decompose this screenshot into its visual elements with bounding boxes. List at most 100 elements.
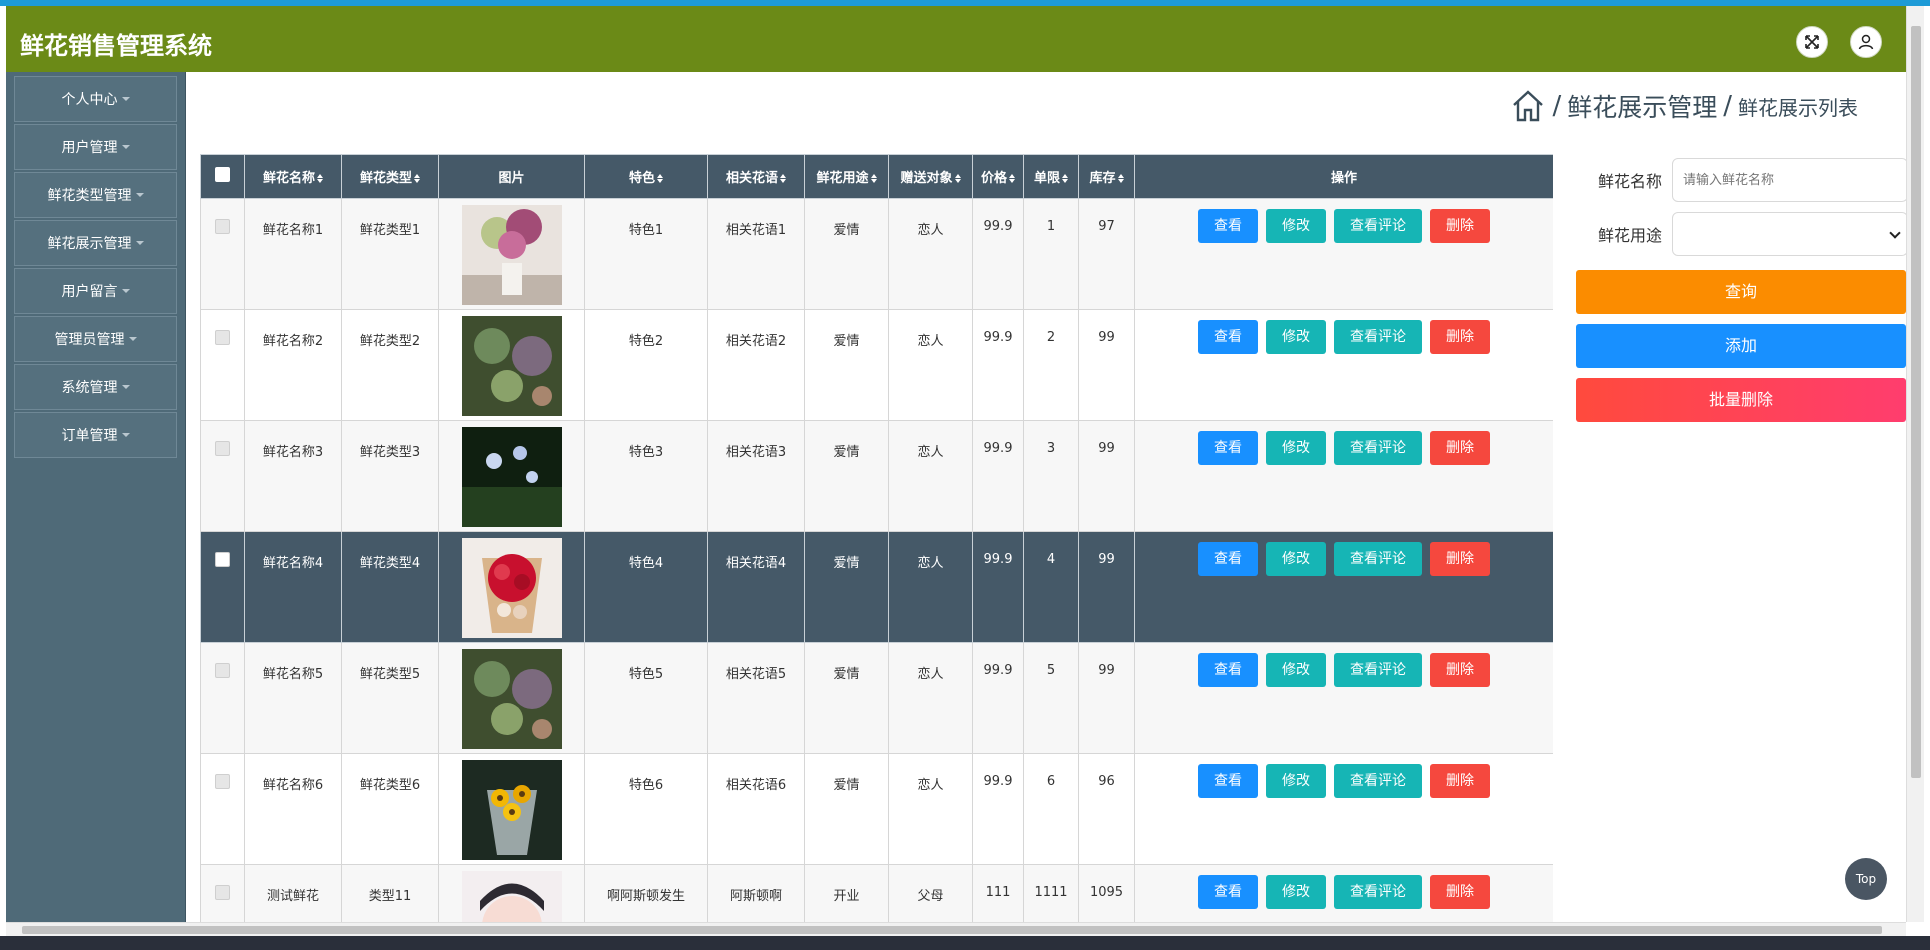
cell-language: 相关花语6 <box>707 753 805 865</box>
cell-language: 相关花语5 <box>707 642 805 754</box>
flower-usage-label: 鲜花用途 <box>1598 226 1663 245</box>
view-comments-button[interactable]: 查看评论 <box>1334 431 1422 465</box>
sidebar-item-label: 鲜花类型管理 <box>47 188 132 204</box>
sidebar-item-label: 个人中心 <box>61 92 118 108</box>
cell-usage: 爱情 <box>804 753 889 865</box>
delete-button[interactable]: 删除 <box>1430 431 1490 465</box>
view-button[interactable]: 查看 <box>1198 209 1258 243</box>
cell-name: 鲜花名称3 <box>244 420 342 532</box>
add-button[interactable]: 添加 <box>1576 324 1906 368</box>
cell-name: 鲜花名称6 <box>244 753 342 865</box>
view-comments-button[interactable]: 查看评论 <box>1334 875 1422 909</box>
column-header-language[interactable]: 相关花语 <box>707 154 805 199</box>
flower-usage-select[interactable] <box>1672 212 1908 256</box>
view-comments-button[interactable]: 查看评论 <box>1334 764 1422 798</box>
cell-stock: 96 <box>1078 753 1135 865</box>
delete-button[interactable]: 删除 <box>1430 542 1490 576</box>
cell-limit: 1111 <box>1023 864 1079 922</box>
sort-icon <box>1117 174 1124 183</box>
search-usage-row: 鲜花用途 <box>1576 208 1908 262</box>
delete-button[interactable]: 删除 <box>1430 320 1490 354</box>
cell-limit: 1 <box>1023 198 1079 310</box>
delete-button[interactable]: 删除 <box>1430 764 1490 798</box>
sidebar-item-personal-center[interactable]: 个人中心 <box>14 76 177 122</box>
view-button[interactable]: 查看 <box>1198 764 1258 798</box>
cell-usage: 爱情 <box>804 309 889 421</box>
flower-table: 鲜花名称 鲜花类型 图片 特色 相关花语 鲜花用途 赠送对象 价格 单限 库存 … <box>200 154 1553 922</box>
row-checkbox[interactable] <box>215 774 230 789</box>
flower-name-input[interactable] <box>1672 158 1908 202</box>
row-checkbox[interactable] <box>215 441 230 456</box>
edit-button[interactable]: 修改 <box>1266 542 1326 576</box>
sidebar-item-admin-management[interactable]: 管理员管理 <box>14 316 177 362</box>
cell-actions: 查看 修改 查看评论 删除 <box>1134 531 1553 643</box>
column-header-name[interactable]: 鲜花名称 <box>244 154 342 199</box>
horizontal-scrollbar[interactable] <box>6 922 1906 936</box>
user-profile-button[interactable] <box>1850 26 1882 58</box>
row-checkbox[interactable] <box>215 219 230 234</box>
view-button[interactable]: 查看 <box>1198 542 1258 576</box>
fullscreen-button[interactable] <box>1796 26 1828 58</box>
column-header-type[interactable]: 鲜花类型 <box>341 154 439 199</box>
cell-language: 相关花语2 <box>707 309 805 421</box>
horizontal-scroll-thumb[interactable] <box>22 926 1882 934</box>
sidebar-item-flower-display-management[interactable]: 鲜花展示管理 <box>14 220 177 266</box>
view-button[interactable]: 查看 <box>1198 653 1258 687</box>
delete-button[interactable]: 删除 <box>1430 653 1490 687</box>
column-header-limit[interactable]: 单限 <box>1023 154 1079 199</box>
view-button[interactable]: 查看 <box>1198 875 1258 909</box>
column-header-stock[interactable]: 库存 <box>1078 154 1135 199</box>
breadcrumb-section[interactable]: 鲜花展示管理 <box>1567 88 1717 124</box>
column-header-target[interactable]: 赠送对象 <box>888 154 973 199</box>
cell-feature: 特色5 <box>584 642 708 754</box>
cell-target: 恋人 <box>888 642 973 754</box>
row-checkbox[interactable] <box>215 663 230 678</box>
vertical-scroll-thumb[interactable] <box>1911 26 1921 778</box>
column-header-image: 图片 <box>438 154 585 199</box>
cell-target: 恋人 <box>888 531 973 643</box>
row-checkbox[interactable] <box>215 552 230 567</box>
sort-icon <box>870 174 877 183</box>
query-button[interactable]: 查询 <box>1576 270 1906 314</box>
cell-language: 相关花语3 <box>707 420 805 532</box>
cell-type: 鲜花类型3 <box>341 420 439 532</box>
vertical-scrollbar[interactable] <box>1906 6 1924 922</box>
cell-feature: 特色4 <box>584 531 708 643</box>
caret-down-icon <box>135 241 144 245</box>
sidebar-item-order-management[interactable]: 订单管理 <box>14 412 177 458</box>
edit-button[interactable]: 修改 <box>1266 209 1326 243</box>
view-button[interactable]: 查看 <box>1198 320 1258 354</box>
view-comments-button[interactable]: 查看评论 <box>1334 653 1422 687</box>
batch-delete-button[interactable]: 批量删除 <box>1576 378 1906 422</box>
edit-button[interactable]: 修改 <box>1266 320 1326 354</box>
sidebar-item-system-management[interactable]: 系统管理 <box>14 364 177 410</box>
home-icon[interactable] <box>1510 88 1546 124</box>
cell-name: 鲜花名称4 <box>244 531 342 643</box>
delete-button[interactable]: 删除 <box>1430 875 1490 909</box>
row-checkbox[interactable] <box>215 885 230 900</box>
select-all-checkbox[interactable] <box>215 167 230 182</box>
view-comments-button[interactable]: 查看评论 <box>1334 542 1422 576</box>
edit-button[interactable]: 修改 <box>1266 431 1326 465</box>
row-checkbox[interactable] <box>215 330 230 345</box>
cell-stock: 99 <box>1078 309 1135 421</box>
view-comments-button[interactable]: 查看评论 <box>1334 209 1422 243</box>
caret-down-icon <box>121 433 130 437</box>
view-comments-button[interactable]: 查看评论 <box>1334 320 1422 354</box>
edit-button[interactable]: 修改 <box>1266 764 1326 798</box>
column-header-price[interactable]: 价格 <box>972 154 1024 199</box>
caret-down-icon <box>121 385 130 389</box>
column-header-feature[interactable]: 特色 <box>584 154 708 199</box>
column-header-usage[interactable]: 鲜花用途 <box>804 154 889 199</box>
caret-down-icon <box>121 145 130 149</box>
delete-button[interactable]: 删除 <box>1430 209 1490 243</box>
cell-actions: 查看 修改 查看评论 删除 <box>1134 309 1553 421</box>
sidebar-item-user-messages[interactable]: 用户留言 <box>14 268 177 314</box>
back-to-top-button[interactable]: Top <box>1845 858 1887 900</box>
cell-limit: 4 <box>1023 531 1079 643</box>
view-button[interactable]: 查看 <box>1198 431 1258 465</box>
edit-button[interactable]: 修改 <box>1266 875 1326 909</box>
sidebar-item-flower-type-management[interactable]: 鲜花类型管理 <box>14 172 177 218</box>
edit-button[interactable]: 修改 <box>1266 653 1326 687</box>
sidebar-item-user-management[interactable]: 用户管理 <box>14 124 177 170</box>
